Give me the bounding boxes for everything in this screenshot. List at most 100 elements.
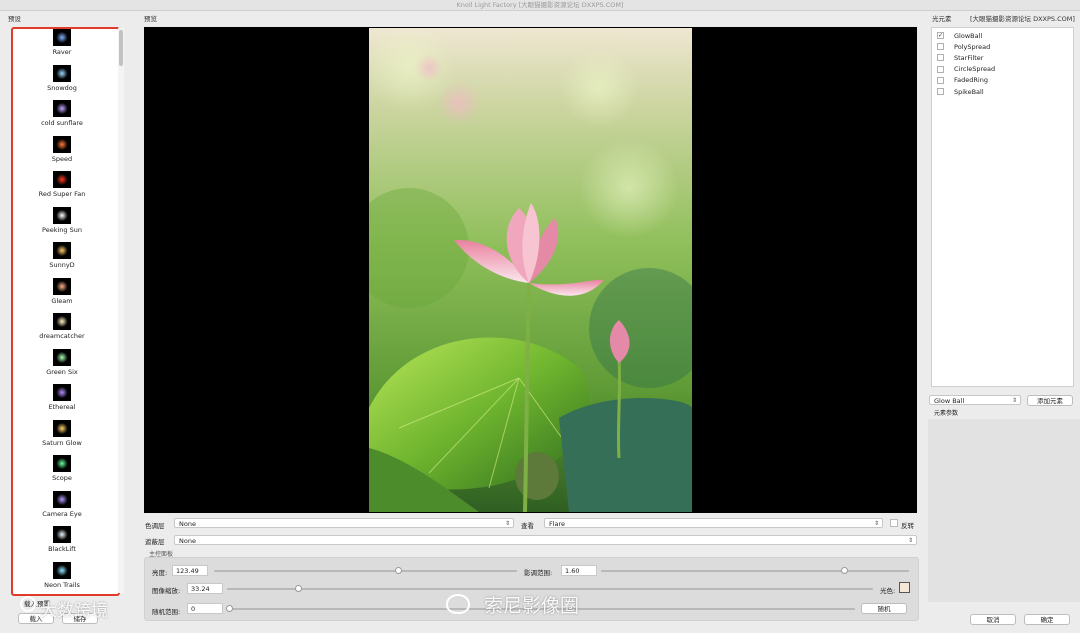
preset-thumbnail <box>53 419 71 437</box>
view-value: Flare <box>549 520 566 528</box>
preset-list: Raver Snowdog cold sunflare Speed Red Super … <box>13 29 111 595</box>
checkbox-icon[interactable] <box>937 76 944 84</box>
elements-section-label: 光元素 <box>932 15 952 23</box>
checkbox-icon[interactable] <box>937 54 944 62</box>
scale-slider-knob[interactable] <box>294 585 302 592</box>
watermark-center: 索尼影像圈 <box>484 595 580 617</box>
preset-thumbnail <box>53 135 71 153</box>
influence-slider-knob[interactable] <box>840 567 848 574</box>
element-name: SpikeBall <box>954 87 984 96</box>
element-item[interactable]: PolySpread <box>932 41 1073 52</box>
brightness-field[interactable]: 123.49 <box>172 565 208 576</box>
preset-scroll-thumb[interactable] <box>119 30 123 66</box>
view-label: 查看 <box>521 522 534 530</box>
preset-item[interactable]: Snowdog <box>13 64 111 101</box>
preset-item[interactable]: BlackLift <box>13 526 111 562</box>
preset-name: Peeking Sun <box>42 225 82 234</box>
brightness-slider[interactable] <box>214 570 517 572</box>
checkbox-icon[interactable] <box>937 43 944 51</box>
preset-thumbnail <box>53 206 71 224</box>
element-item[interactable]: ✓ GlowBall <box>932 30 1073 41</box>
elements-list-inner: ✓ GlowBall PolySpread StarFilter CircleSprea… <box>932 28 1073 97</box>
site-label: [大眼猫摄影资源论坛 DXXPS.COM] <box>970 15 1075 23</box>
preset-item[interactable]: Neon Trails <box>13 561 111 595</box>
preset-thumbnail <box>53 348 71 366</box>
invert-checkbox[interactable] <box>890 519 898 527</box>
preset-item[interactable]: dreamcatcher <box>13 313 111 349</box>
random-button[interactable]: 随机 <box>861 603 907 614</box>
influence-field[interactable]: 1.60 <box>561 565 597 576</box>
preset-name: Ethereal <box>48 403 76 411</box>
mask-layer-label: 遮蔽层 <box>145 538 165 546</box>
chevron-updown-icon: ⇕ <box>504 520 510 527</box>
element-type-value: Glow Ball <box>934 397 965 405</box>
preset-name: Gleam <box>51 296 73 305</box>
watermark-left: 大数跨境 <box>40 601 108 621</box>
chevron-updown-icon: ⇕ <box>873 520 879 527</box>
influence-label: 影调范围: <box>524 569 553 577</box>
preset-item[interactable]: Green Six <box>13 348 111 385</box>
checkbox-icon[interactable] <box>937 65 944 73</box>
element-item[interactable]: SpikeBall <box>932 86 1073 97</box>
random-label: 随机范围: <box>152 608 181 616</box>
preset-name: Camera Eye <box>42 509 82 518</box>
preset-name: Saturn Glow <box>42 438 82 447</box>
element-name: StarFilter <box>954 53 984 62</box>
window-title: Knoll Light Factory [大眼猫摄影资源论坛 DXXPS.COM… <box>0 0 1080 11</box>
brightness-label: 亮度: <box>152 569 168 577</box>
preset-thumbnail <box>53 526 71 543</box>
preset-item[interactable]: SunnyD <box>13 242 111 278</box>
scale-slider[interactable] <box>227 588 873 590</box>
cancel-button[interactable]: 取消 <box>970 614 1016 625</box>
color-layer-select[interactable]: None ⇕ <box>174 518 514 528</box>
element-name: GlowBall <box>954 31 983 40</box>
light-color-swatch[interactable] <box>899 582 910 593</box>
element-name: CircleSpread <box>954 65 996 74</box>
chevron-updown-icon: ⇕ <box>1011 397 1017 404</box>
preset-item[interactable]: Speed <box>13 135 111 172</box>
preset-name: dreamcatcher <box>39 332 85 340</box>
preset-thumbnail <box>53 313 71 330</box>
preset-item[interactable]: Scope <box>13 455 111 491</box>
random-field[interactable]: 0 <box>187 603 223 614</box>
ok-button[interactable]: 确定 <box>1024 614 1070 625</box>
add-element-button[interactable]: 添加元素 <box>1027 395 1073 406</box>
random-slider-knob[interactable] <box>225 605 233 612</box>
preset-scrollbar[interactable] <box>118 28 124 593</box>
element-type-select[interactable]: Glow Ball ⇕ <box>929 395 1021 405</box>
preset-thumbnail <box>53 64 71 82</box>
preset-name: BlackLift <box>48 545 76 553</box>
preset-name: cold sunflare <box>41 119 83 127</box>
element-name: FadedRing <box>954 76 988 85</box>
preset-item[interactable]: Camera Eye <box>13 490 111 527</box>
preset-item[interactable]: Gleam <box>13 277 111 314</box>
light-elements-list[interactable]: ✓ GlowBall PolySpread StarFilter CircleSprea… <box>931 27 1074 387</box>
preset-item[interactable]: Ethereal <box>13 384 111 420</box>
checkbox-checked-icon[interactable]: ✓ <box>937 32 944 40</box>
preset-list-panel[interactable]: Raver Snowdog cold sunflare Speed Red Super … <box>11 27 120 596</box>
element-item[interactable]: StarFilter <box>932 52 1073 63</box>
preset-item[interactable]: Saturn Glow <box>13 419 111 456</box>
scale-field[interactable]: 33.24 <box>187 583 223 594</box>
preset-thumbnail <box>53 384 71 401</box>
element-item[interactable]: FadedRing <box>932 75 1073 86</box>
preset-item[interactable]: Red Super Fan <box>13 171 111 207</box>
view-select[interactable]: Flare ⇕ <box>544 518 883 528</box>
preset-item[interactable]: Peeking Sun <box>13 206 111 243</box>
element-params-label: 元素参数 <box>934 410 959 417</box>
influence-slider[interactable] <box>601 570 909 572</box>
preset-item[interactable]: cold sunflare <box>13 100 111 136</box>
mask-layer-select[interactable]: None ⇕ <box>174 535 917 545</box>
chevron-updown-icon: ⇕ <box>907 537 913 544</box>
preset-name: Red Super Fan <box>38 190 86 198</box>
preset-thumbnail <box>53 29 71 46</box>
preset-item[interactable]: Raver <box>13 29 111 65</box>
preset-name: Snowdog <box>47 83 77 92</box>
color-layer-value: None <box>179 520 196 528</box>
element-item[interactable]: CircleSpread <box>932 64 1073 75</box>
light-color-label: 光色: <box>880 587 896 595</box>
invert-label: 反转 <box>901 522 914 530</box>
element-name: PolySpread <box>954 42 991 51</box>
preview-photo <box>369 28 692 512</box>
checkbox-icon[interactable] <box>937 88 944 96</box>
